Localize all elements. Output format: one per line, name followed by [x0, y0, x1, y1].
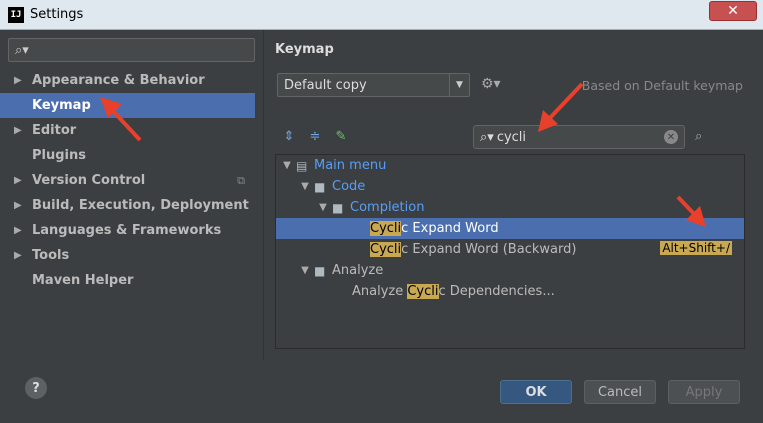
- annotation-arrow-search: [546, 82, 584, 122]
- annotation-arrow-keymap: [110, 108, 142, 142]
- annotation-arrows: [100, 82, 706, 227]
